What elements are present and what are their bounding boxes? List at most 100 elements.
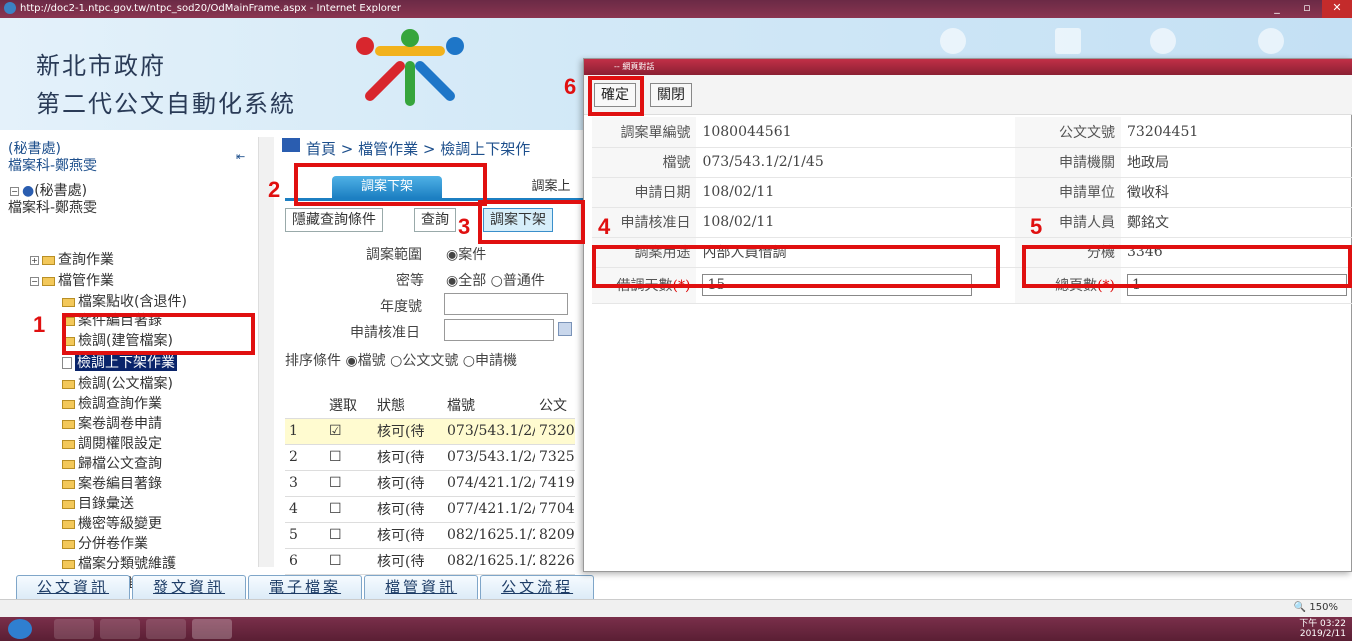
tab-archive-info[interactable]: 檔管資訊 xyxy=(364,575,479,599)
unit-label: 申請單位 xyxy=(1014,177,1121,208)
col-file-no: 檔號 xyxy=(443,392,535,419)
sidebar-item[interactable]: + 查詢作業 xyxy=(30,249,114,269)
sidebar-item[interactable]: 歸檔公文查詢 xyxy=(62,453,162,473)
taskbar xyxy=(0,617,1352,641)
collapse-icon[interactable]: − xyxy=(30,276,39,286)
banner-window-icon[interactable] xyxy=(1055,28,1081,54)
sidebar-item-label: 案卷調卷申請 xyxy=(78,416,162,432)
collapse-sidebar-icon[interactable]: ⇤ xyxy=(236,150,245,163)
file-no-label: 檔號 xyxy=(592,147,697,178)
table-row[interactable]: 5 ☐ 核可(待 082/1625.1/2 8209 xyxy=(285,522,575,549)
table-row[interactable]: 4 ☐ 核可(待 077/421.1/2/7704 xyxy=(285,496,575,523)
apply-date-label: 申請日期 xyxy=(592,177,697,208)
unit-value: 徵收科 xyxy=(1121,177,1352,208)
table-row[interactable]: 6 ☐ 核可(待 082/1625.1/2 8226 xyxy=(285,548,575,575)
sidebar-item[interactable]: − 檔管作業 xyxy=(30,270,114,290)
callout-box-1 xyxy=(62,313,255,355)
calendar-icon[interactable] xyxy=(558,322,572,336)
maximize-button[interactable]: ▫ xyxy=(1292,0,1322,18)
query-button[interactable]: 查詢 xyxy=(414,208,456,232)
secret-radio[interactable]: ◉全部 ○普通件 xyxy=(446,270,545,290)
tab-shelve[interactable]: 調案上 xyxy=(516,176,586,198)
agency-value: 地政局 xyxy=(1121,147,1352,178)
sidebar-item[interactable]: 檢調(公文檔案) xyxy=(62,373,173,393)
sidebar-item[interactable]: 檔案點收(含退件) xyxy=(62,291,187,311)
row-checkbox[interactable]: ☐ xyxy=(325,470,373,497)
result-grid: 選取 狀態 檔號 公文 1 ☑ 核可(待 073/543.1/2/7320 2 ☐ 核可(待… xyxy=(285,392,585,575)
callout-number-3: 3 xyxy=(458,214,471,239)
sidebar-item[interactable]: 案卷調卷申請 xyxy=(62,413,162,433)
tab-doc-info[interactable]: 公文資訊 xyxy=(16,575,131,599)
callout-number-2: 2 xyxy=(268,177,281,202)
callout-box-6 xyxy=(588,76,644,116)
minimize-button[interactable]: _ xyxy=(1262,0,1292,18)
col-index xyxy=(285,392,325,419)
banner-globe-icon[interactable] xyxy=(940,28,966,54)
zoom-level[interactable]: 🔍 150% xyxy=(1294,602,1338,613)
hide-query-button[interactable]: 隱藏查詢條件 xyxy=(285,208,383,232)
sort-options[interactable]: 排序條件 ◉檔號 ○公文文號 ○申請機 xyxy=(285,350,517,370)
sidebar-item[interactable]: 目錄彙送 xyxy=(62,493,134,513)
folder-icon xyxy=(62,399,75,409)
scope-radio[interactable]: ◉案件 xyxy=(446,244,486,264)
banner-subtitle: 第二代公文自動化系統 xyxy=(36,90,296,118)
year-input[interactable] xyxy=(444,293,568,315)
row-doc-no: 8209 xyxy=(535,522,575,549)
row-checkbox[interactable]: ☑ xyxy=(325,418,373,445)
tab-doc-flow[interactable]: 公文流程 xyxy=(480,575,595,599)
folder-icon xyxy=(62,297,75,307)
callout-box-3 xyxy=(478,200,585,244)
row-file-no: 073/543.1/2/ xyxy=(443,444,535,471)
sidebar-item[interactable]: 案卷編目著錄 xyxy=(62,473,162,493)
sidebar-item[interactable]: 機密等級變更 xyxy=(62,513,162,533)
row-checkbox[interactable]: ☐ xyxy=(325,548,373,575)
folder-icon xyxy=(62,499,75,509)
banner-help-icon[interactable] xyxy=(1258,28,1284,54)
grid-icon xyxy=(282,138,300,152)
folder-icon xyxy=(62,379,75,389)
close-window-button[interactable]: ✕ xyxy=(1322,0,1352,18)
start-button-icon[interactable] xyxy=(8,619,32,639)
row-checkbox[interactable]: ☐ xyxy=(325,522,373,549)
callout-box-5 xyxy=(1022,245,1352,288)
sidebar-item[interactable]: 檢調上下架作業 xyxy=(62,352,177,372)
table-row[interactable]: 1 ☑ 核可(待 073/543.1/2/7320 xyxy=(285,418,575,445)
sidebar-item[interactable]: 調閱權限設定 xyxy=(62,433,162,453)
row-file-no: 077/421.1/2/ xyxy=(443,496,535,523)
callout-box-4 xyxy=(592,245,1000,288)
approve-date-value: 108/02/11 xyxy=(696,207,996,238)
browser-titlebar: http://doc2-1.ntpc.gov.tw/ntpc_sod20/OdM… xyxy=(0,0,1352,18)
taskbar-media-icon[interactable] xyxy=(100,619,140,639)
row-index: 3 xyxy=(285,470,325,497)
taskbar-chrome-icon[interactable] xyxy=(146,619,186,639)
tab-send-info[interactable]: 發文資訊 xyxy=(132,575,247,599)
taskbar-ie-icon[interactable] xyxy=(192,619,232,639)
sidebar-item[interactable]: 檔案分類號維護 xyxy=(62,553,176,573)
expand-icon[interactable]: + xyxy=(30,255,39,265)
folder-icon xyxy=(42,276,55,286)
sidebar-item-label: 機密等級變更 xyxy=(78,516,162,532)
sidebar-item-label: 檔管作業 xyxy=(58,273,114,289)
sidebar-item[interactable]: 檢調查詢作業 xyxy=(62,393,162,413)
row-checkbox[interactable]: ☐ xyxy=(325,444,373,471)
row-file-no: 074/421.1/2/ xyxy=(443,470,535,497)
ie-logo-icon xyxy=(4,2,16,14)
folder-icon xyxy=(62,459,75,469)
row-status: 核可(待 xyxy=(373,496,443,523)
taskbar-explorer-icon[interactable] xyxy=(54,619,94,639)
row-doc-no: 7325 xyxy=(535,444,575,471)
row-index: 5 xyxy=(285,522,325,549)
callout-number-6: 6 xyxy=(564,74,577,99)
sidebar-item[interactable]: 分併卷作業 xyxy=(62,533,148,553)
tab-e-file[interactable]: 電子檔案 xyxy=(248,575,363,599)
close-button[interactable]: 關閉 xyxy=(650,83,692,107)
bottom-tabs: 公文資訊 發文資訊 電子檔案 檔管資訊 公文流程 xyxy=(16,575,596,599)
row-file-no: 073/543.1/2/ xyxy=(443,418,535,445)
row-checkbox[interactable]: ☐ xyxy=(325,496,373,523)
banner-home-icon[interactable] xyxy=(1150,28,1176,54)
table-row[interactable]: 2 ☐ 核可(待 073/543.1/2/7325 xyxy=(285,444,575,471)
collapse-icon[interactable]: − xyxy=(10,186,19,196)
table-row[interactable]: 3 ☐ 核可(待 074/421.1/2/7419 xyxy=(285,470,575,497)
approve-date-input[interactable] xyxy=(444,319,554,341)
row-file-no: 082/1625.1/2 xyxy=(443,522,535,549)
